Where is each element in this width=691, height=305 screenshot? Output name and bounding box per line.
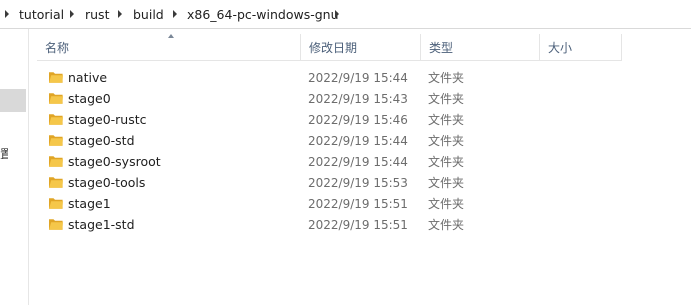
file-row[interactable]: stage0-sysroot 2022/9/19 15:44 文件夹	[37, 151, 622, 172]
file-name: stage0-std	[68, 133, 135, 148]
file-name: stage0-tools	[68, 175, 146, 190]
folder-icon	[49, 198, 63, 209]
breadcrumb-separator[interactable]	[5, 0, 9, 28]
file-row[interactable]: stage1-std 2022/9/19 15:51 文件夹	[37, 214, 622, 235]
file-type: 文件夹	[428, 92, 465, 106]
file-date: 2022/9/19 15:44	[308, 154, 408, 169]
folder-icon	[49, 72, 63, 83]
column-header: 名称 修改日期 类型 大小	[37, 34, 622, 61]
breadcrumb-item-x86-64-pc-windows-gnu[interactable]: x86_64-pc-windows-gnu	[187, 0, 339, 28]
folder-icon	[49, 114, 63, 125]
breadcrumb-separator[interactable]	[70, 0, 74, 28]
column-header-label: 修改日期	[309, 40, 358, 55]
file-row[interactable]: stage0 2022/9/19 15:43 文件夹	[37, 88, 622, 109]
folder-icon	[49, 93, 63, 104]
file-date: 2022/9/19 15:46	[308, 112, 408, 127]
file-row[interactable]: stage1 2022/9/19 15:51 文件夹	[37, 193, 622, 214]
file-type: 文件夹	[428, 197, 465, 211]
folder-icon	[49, 177, 63, 188]
chevron-right-icon	[173, 10, 177, 18]
file-name: stage1-std	[68, 217, 135, 232]
file-type: 文件夹	[428, 71, 465, 85]
breadcrumb-label: rust	[85, 6, 110, 22]
file-type: 文件夹	[428, 113, 465, 127]
folder-icon	[49, 156, 63, 167]
file-name: stage1	[68, 196, 111, 211]
file-date: 2022/9/19 15:51	[308, 217, 408, 232]
breadcrumb-label: tutorial	[19, 6, 65, 22]
file-date: 2022/9/19 15:44	[308, 70, 408, 85]
chevron-right-icon	[5, 10, 9, 18]
file-type: 文件夹	[428, 218, 465, 232]
file-date: 2022/9/19 15:53	[308, 175, 408, 190]
breadcrumb-label: x86_64-pc-windows-gnu	[187, 6, 339, 22]
file-date: 2022/9/19 15:51	[308, 196, 408, 211]
folder-icon	[49, 135, 63, 146]
file-row[interactable]: stage0-std 2022/9/19 15:44 文件夹	[37, 130, 622, 151]
file-date: 2022/9/19 15:44	[308, 133, 408, 148]
breadcrumb-item-rust[interactable]: rust	[85, 0, 109, 28]
column-header-type[interactable]: 类型	[421, 34, 540, 60]
file-date: 2022/9/19 15:43	[308, 91, 408, 106]
column-header-size[interactable]: 大小	[540, 34, 622, 60]
breadcrumb-label: build	[133, 6, 164, 22]
file-name: stage0-rustc	[68, 112, 147, 127]
file-name: stage0-sysroot	[68, 154, 161, 169]
sort-ascending-icon	[168, 34, 174, 38]
file-type: 文件夹	[428, 134, 465, 148]
chevron-right-icon	[70, 10, 74, 18]
file-row[interactable]: native 2022/9/19 15:44 文件夹	[37, 67, 622, 88]
column-header-label: 大小	[548, 40, 573, 55]
nav-selected-item[interactable]	[0, 89, 26, 112]
breadcrumb-item-build[interactable]: build	[133, 0, 164, 28]
chevron-right-icon	[335, 10, 339, 18]
file-name: native	[68, 70, 108, 85]
chevron-right-icon	[118, 10, 122, 18]
folder-icon	[49, 219, 63, 230]
breadcrumb-separator[interactable]	[118, 0, 122, 28]
breadcrumb-separator[interactable]	[335, 0, 339, 28]
nav-item-label: 置	[0, 147, 8, 161]
address-bar[interactable]: tutorial rust build x86_64-pc-windows-gn…	[0, 0, 691, 29]
file-name: stage0	[68, 91, 111, 106]
breadcrumb-item-tutorial[interactable]: tutorial	[19, 0, 64, 28]
navigation-pane: 置	[0, 29, 29, 305]
column-header-label: 名称	[45, 40, 70, 55]
file-row[interactable]: stage0-rustc 2022/9/19 15:46 文件夹	[37, 109, 622, 130]
column-header-date[interactable]: 修改日期	[301, 34, 421, 60]
file-row[interactable]: stage0-tools 2022/9/19 15:53 文件夹	[37, 172, 622, 193]
breadcrumb-separator[interactable]	[173, 0, 177, 28]
file-type: 文件夹	[428, 155, 465, 169]
column-header-label: 类型	[429, 40, 454, 55]
file-type: 文件夹	[428, 176, 465, 190]
